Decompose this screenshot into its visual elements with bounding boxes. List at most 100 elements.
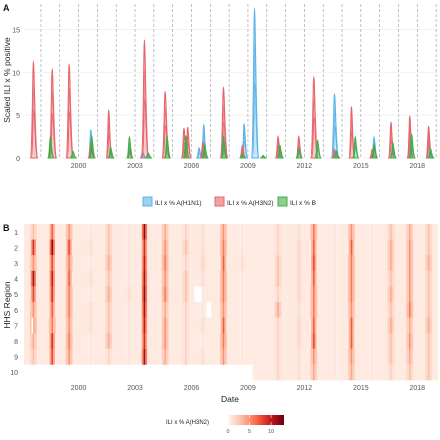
heatmap-cell-peak bbox=[202, 224, 204, 240]
heatmap-cell-peak bbox=[68, 224, 70, 240]
heatmap-cell-peak bbox=[409, 286, 411, 303]
heatmap-cell-peak bbox=[107, 239, 110, 256]
x-tick-label: 2003 bbox=[127, 163, 143, 170]
heatmap-cell-peak bbox=[313, 286, 315, 303]
figure: A Scaled ILI x % positive 051015 2000 200… bbox=[0, 0, 440, 435]
heatmap-cell-peak bbox=[164, 286, 166, 303]
heatmap-cell-peak bbox=[90, 239, 92, 256]
heatmap-cell-peak bbox=[222, 348, 225, 365]
heatmap-cell-peak bbox=[164, 302, 166, 318]
colorbar-tick-label: 0 bbox=[226, 429, 229, 435]
heatmap-cell-peak bbox=[241, 317, 244, 334]
heatmap-cell-peak bbox=[427, 302, 430, 318]
heatmap-cell-peak bbox=[222, 317, 225, 334]
heatmap-cell-peak bbox=[241, 255, 244, 272]
heatmap-missing-cell bbox=[206, 302, 212, 318]
heatmap-cell-peak bbox=[107, 317, 110, 334]
heatmap-cell-peak bbox=[107, 224, 110, 240]
y-tick-label: 10 bbox=[10, 370, 18, 377]
heatmap-cell-peak bbox=[241, 348, 244, 365]
heatmap-cell-peak bbox=[185, 270, 187, 287]
panel-b-label: B bbox=[3, 223, 10, 233]
x-tick-label: 2012 bbox=[297, 385, 313, 392]
heatmap-cell-peak bbox=[390, 239, 392, 256]
heatmap-cell-peak bbox=[350, 286, 353, 303]
heatmap-cell-peak bbox=[68, 255, 70, 272]
heatmap-cell-peak bbox=[128, 255, 131, 272]
heatmap-cell-peak bbox=[333, 364, 336, 381]
heatmap-cell-peak bbox=[128, 317, 131, 334]
heatmap-cell-peak bbox=[333, 255, 336, 272]
legend-label: ILI x % B bbox=[290, 200, 316, 207]
heatmap-cell-peak bbox=[51, 270, 53, 287]
heatmap-cell-peak bbox=[68, 333, 70, 350]
heatmap-cell-peak bbox=[371, 255, 373, 272]
heatmap-cell-peak bbox=[202, 302, 204, 318]
x-tick-label: 2018 bbox=[410, 163, 426, 170]
heatmap-cell-peak bbox=[241, 224, 244, 240]
heatmap-cell-peak bbox=[164, 348, 166, 365]
heatmap-cell-peak bbox=[32, 286, 35, 303]
heatmap-row-background bbox=[24, 224, 438, 240]
heatmap-cell-peak bbox=[427, 270, 430, 287]
heatmap-cell-peak bbox=[202, 286, 204, 303]
heatmap-cell-peak bbox=[297, 302, 300, 318]
heatmap-cell-peak bbox=[51, 255, 53, 272]
x-tick-label: 2006 bbox=[184, 385, 200, 392]
heatmap-cell-peak bbox=[390, 286, 392, 303]
x-tick-label: 2018 bbox=[410, 385, 426, 392]
heatmap-cell-peak bbox=[297, 286, 300, 303]
heatmap-cell-peak bbox=[277, 317, 279, 334]
heatmap-cell-peak bbox=[427, 239, 430, 256]
legend-swatch bbox=[214, 196, 225, 207]
heatmap-cell-peak bbox=[143, 270, 146, 287]
heatmap-cell-peak bbox=[297, 239, 300, 256]
heatmap-cell-peak bbox=[164, 224, 166, 240]
x-tick-label: 2003 bbox=[127, 385, 143, 392]
heatmap-cell-peak bbox=[350, 239, 353, 256]
heatmap-cell-peak bbox=[333, 317, 336, 334]
heatmap-cell-peak bbox=[409, 364, 411, 381]
heatmap-cell-peak bbox=[185, 317, 187, 334]
heatmap-cell-peak bbox=[185, 255, 187, 272]
heatmap-cell-peak bbox=[313, 333, 315, 350]
heatmap-cell-peak bbox=[297, 270, 300, 287]
heatmap-cell-peak bbox=[297, 255, 300, 272]
heatmap-cell-peak bbox=[51, 239, 53, 256]
heatmap-cell-peak bbox=[51, 302, 53, 318]
heatmap-cell-peak bbox=[202, 239, 204, 256]
heatmap-cell-peak bbox=[90, 348, 92, 365]
heatmap-cell-peak bbox=[427, 333, 430, 350]
heatmap-cell-peak bbox=[409, 270, 411, 287]
heatmap-cell-peak bbox=[427, 255, 430, 272]
heatmap-cell-peak bbox=[297, 333, 300, 350]
heatmap-cell-peak bbox=[333, 348, 336, 365]
heatmap-cell-peak bbox=[241, 239, 244, 256]
heatmap-cell-peak bbox=[68, 302, 70, 318]
heatmap-cell-peak bbox=[128, 333, 131, 350]
heatmap-cell-peak bbox=[241, 270, 244, 287]
heatmap-cell-peak bbox=[222, 239, 225, 256]
heatmap-cell-peak bbox=[297, 364, 300, 381]
y-tick-label: 5 bbox=[16, 113, 20, 120]
heatmap-cell-peak bbox=[202, 255, 204, 272]
heatmap-cell-peak bbox=[427, 348, 430, 365]
heatmap-cell-peak bbox=[297, 317, 300, 334]
heatmap-cell-peak bbox=[143, 302, 146, 318]
heatmap-cell-peak bbox=[68, 270, 70, 287]
heatmap-cell-peak bbox=[297, 224, 300, 240]
heatmap-cell-peak bbox=[371, 348, 373, 365]
heatmap-cell-peak bbox=[390, 348, 392, 365]
heatmap-cell-peak bbox=[333, 270, 336, 287]
panel-b-xlabel: Date bbox=[221, 394, 239, 404]
heatmap-cell-peak bbox=[222, 333, 225, 350]
heatmap-cell-peak bbox=[143, 333, 146, 350]
panel-a-ylabel: Scaled ILI x % positive bbox=[2, 37, 12, 123]
heatmap-cell-peak bbox=[390, 302, 392, 318]
heatmap-cell-peak bbox=[128, 270, 131, 287]
heatmap-cell-peak bbox=[277, 302, 279, 318]
heatmap-cell-peak bbox=[277, 364, 279, 381]
heatmap-cell-peak bbox=[164, 317, 166, 334]
heatmap-cell-peak bbox=[390, 270, 392, 287]
heatmap-cell-peak bbox=[143, 286, 146, 303]
